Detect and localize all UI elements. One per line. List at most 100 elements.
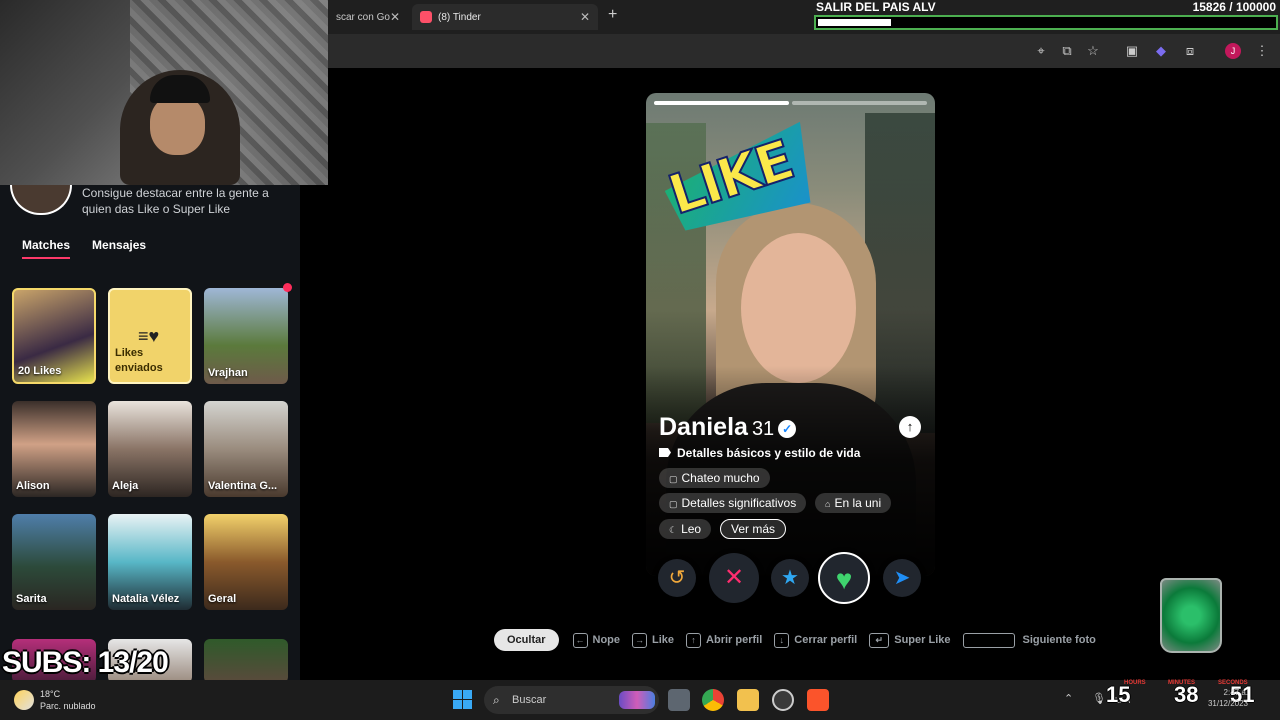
hint-like: → Like (632, 632, 674, 648)
match-card[interactable]: Alison (12, 401, 96, 497)
superlike-button[interactable]: ★ (771, 559, 809, 597)
profile-avatar[interactable]: J (1225, 43, 1241, 59)
match-name: Valentina G... (208, 480, 278, 492)
chat-icon: ▢ (669, 474, 678, 484)
likes-card[interactable]: 20 Likes (12, 288, 96, 384)
graduation-cap-icon: ⌂ (825, 499, 831, 509)
likes-count: 20 Likes (18, 365, 62, 377)
chip-label: Chateo mucho (681, 471, 760, 485)
file-explorer-icon[interactable] (737, 689, 759, 711)
tab-google[interactable]: scar con Go ✕ (328, 4, 408, 30)
more-menu-icon[interactable]: ⋮ (1254, 43, 1270, 59)
hint-label: Nope (592, 634, 621, 646)
action-buttons: ↺ ✕ ★ ♥ ➤ (646, 550, 935, 606)
microphone-icon[interactable]: 🎙 (1092, 692, 1106, 705)
location-icon[interactable]: ⌖ (1033, 43, 1049, 59)
likes-sent-label: Likes enviados (115, 347, 163, 374)
weather-icon (14, 690, 34, 710)
install-app-icon[interactable]: ⧉ (1059, 43, 1075, 59)
extension-icon[interactable]: ▣ (1124, 43, 1140, 59)
system-clock[interactable]: 2:47 a. 31/12/2023 (1200, 687, 1248, 709)
profile-card[interactable]: LIKE Daniela 31 ✓ ↑ Detalles básicos y est… (646, 93, 935, 576)
goal-title: SALIR DEL PAIS ALV (816, 0, 936, 14)
screen: scar con Go ✕ (8) Tinder ✕ + ⌖ ⧉ ☆ ▣ ◆ ⧈… (0, 0, 1280, 720)
goal-progress-fill (818, 19, 891, 26)
close-tab-icon[interactable]: ✕ (580, 10, 590, 24)
likes-sent-card[interactable]: ≡♥ Likes enviados (108, 288, 192, 384)
profile-name-row: Daniela 31 ✓ (659, 413, 797, 442)
obs-icon[interactable] (772, 689, 794, 711)
photo-face (741, 233, 856, 383)
match-name: Aleja (112, 480, 139, 492)
chip-education: ⌂ En la uni (815, 493, 892, 513)
matches-sidebar: Consigue destacar entre la gente a quien… (0, 185, 300, 683)
streamer-face (150, 95, 205, 155)
windows-start-icon[interactable] (453, 690, 472, 709)
match-card[interactable]: Vrajhan (204, 288, 288, 384)
subs-overlay: SUBS: 13/20 (2, 646, 169, 679)
match-card[interactable] (204, 639, 288, 683)
like-button[interactable]: ♥ (818, 552, 870, 604)
keyboard-hints: Ocultar ← Nope → Like ↑ Abrir perfil ↓ Cerra… (494, 629, 1108, 651)
goal-overlay: SALIR DEL PAIS ALV 15826 / 100000 (812, 0, 1280, 32)
bookmark-star-icon[interactable]: ☆ (1085, 43, 1101, 59)
goal-progress-bar (814, 15, 1278, 30)
match-name: Sarita (16, 593, 47, 605)
details-heading: Detalles básicos y estilo de vida (659, 446, 860, 460)
down-arrow-key-icon: ↓ (774, 632, 790, 648)
hide-hints-button[interactable]: Ocultar (494, 629, 559, 651)
taskbar: 18°C Parc. nublado ⌕ Buscar ⌃ 🎙 LAA HOUR… (0, 680, 1280, 720)
match-name: Vrajhan (208, 367, 248, 379)
webcam-overlay (0, 0, 328, 185)
rewind-button[interactable]: ↺ (658, 559, 696, 597)
match-card[interactable]: Natalia Vélez (108, 514, 192, 610)
tray-chevron-icon[interactable]: ⌃ (1064, 692, 1073, 705)
chip-chat: ▢ Chateo mucho (659, 468, 770, 488)
match-card[interactable]: Aleja (108, 401, 192, 497)
nope-button[interactable]: ✕ (709, 553, 759, 603)
match-card[interactable]: Valentina G... (204, 401, 288, 497)
left-arrow-key-icon: ← (572, 632, 588, 648)
goal-count: 15826 / 100000 (1192, 0, 1276, 14)
weather-temp: 18°C (40, 689, 61, 699)
close-tab-icon[interactable]: ✕ (390, 10, 400, 24)
hint-label: Abrir perfil (706, 634, 763, 646)
gift-icon: ▢ (669, 499, 678, 509)
sidebar-tabs: Matches Mensajes (22, 238, 146, 259)
open-profile-button[interactable]: ↑ (899, 416, 921, 438)
hint-open-profile: ↑ Abrir perfil (686, 632, 763, 648)
ai-extension-icon[interactable]: ◆ (1153, 43, 1169, 59)
boost-button[interactable]: ➤ (883, 559, 921, 597)
taskbar-search[interactable]: ⌕ Buscar (484, 686, 659, 714)
hint-close-profile: ↓ Cerrar perfil (774, 632, 858, 648)
hint-superlike: ↵ Super Like (869, 632, 951, 648)
hint-label: Siguiente foto (1022, 634, 1096, 646)
tag-icon (659, 448, 671, 457)
zodiac-icon: ☾ (669, 525, 678, 535)
tab-tinder[interactable]: (8) Tinder ✕ (412, 4, 598, 30)
photo-progress-segment[interactable] (654, 101, 789, 105)
trash-bin-widget (1160, 578, 1222, 653)
puzzle-extensions-icon[interactable]: ⧈ (1182, 43, 1198, 59)
tinder-favicon-icon (420, 11, 432, 23)
tab-matches[interactable]: Matches (22, 238, 71, 259)
match-name: Alison (16, 480, 50, 492)
weather-widget[interactable]: 18°C Parc. nublado (14, 688, 96, 712)
match-card[interactable]: Geral (204, 514, 288, 610)
tab-google-label: scar con Go (336, 11, 390, 23)
new-tab-button[interactable]: + (608, 6, 617, 24)
photo-progress-segment[interactable] (792, 101, 927, 105)
task-view-icon[interactable] (668, 689, 690, 711)
clock-time: 2:47 a. (1223, 688, 1248, 697)
details-heading-text: Detalles básicos y estilo de vida (677, 446, 861, 460)
chip-label: Detalles significativos (681, 496, 797, 510)
chrome-icon[interactable] (702, 689, 724, 711)
see-more-button[interactable]: Ver más (720, 519, 787, 539)
tab-mensajes[interactable]: Mensajes (92, 238, 146, 259)
hint-label: Super Like (894, 634, 951, 646)
brave-icon[interactable] (807, 689, 829, 711)
hint-label: Cerrar perfil (794, 634, 858, 646)
chip-meaningful: ▢ Detalles significativos (659, 493, 807, 513)
likes-sent-icon: ≡♥ (138, 326, 160, 346)
match-card[interactable]: Sarita (12, 514, 96, 610)
